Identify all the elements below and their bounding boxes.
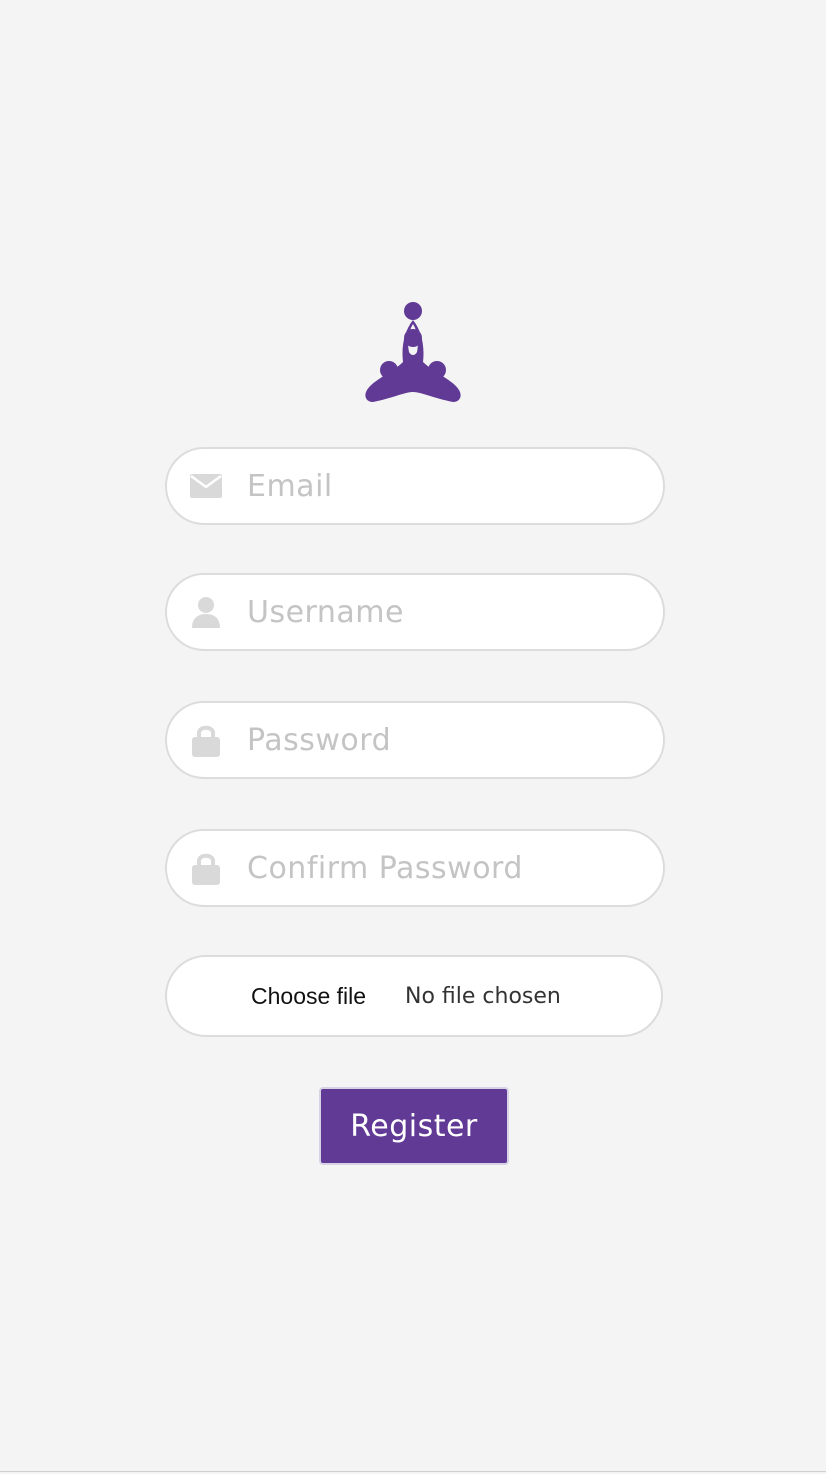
file-status-text: No file chosen (405, 984, 561, 1009)
username-input[interactable] (247, 575, 647, 649)
register-page: Choose file No file chosen Register (0, 0, 826, 1474)
lock-icon (189, 851, 223, 885)
username-field[interactable] (165, 573, 665, 651)
meditation-figure-icon (365, 302, 461, 402)
email-field[interactable] (165, 447, 665, 525)
confirm-password-input[interactable] (247, 831, 647, 905)
envelope-icon (189, 469, 223, 503)
file-upload-field: Choose file No file chosen (165, 955, 663, 1037)
email-input[interactable] (247, 449, 647, 523)
choose-file-button[interactable]: Choose file (251, 983, 366, 1010)
bottom-divider (0, 1471, 826, 1472)
lock-icon (189, 723, 223, 757)
password-field[interactable] (165, 701, 665, 779)
register-button[interactable]: Register (319, 1087, 509, 1165)
password-input[interactable] (247, 703, 647, 777)
user-icon (189, 595, 223, 629)
confirm-password-field[interactable] (165, 829, 665, 907)
